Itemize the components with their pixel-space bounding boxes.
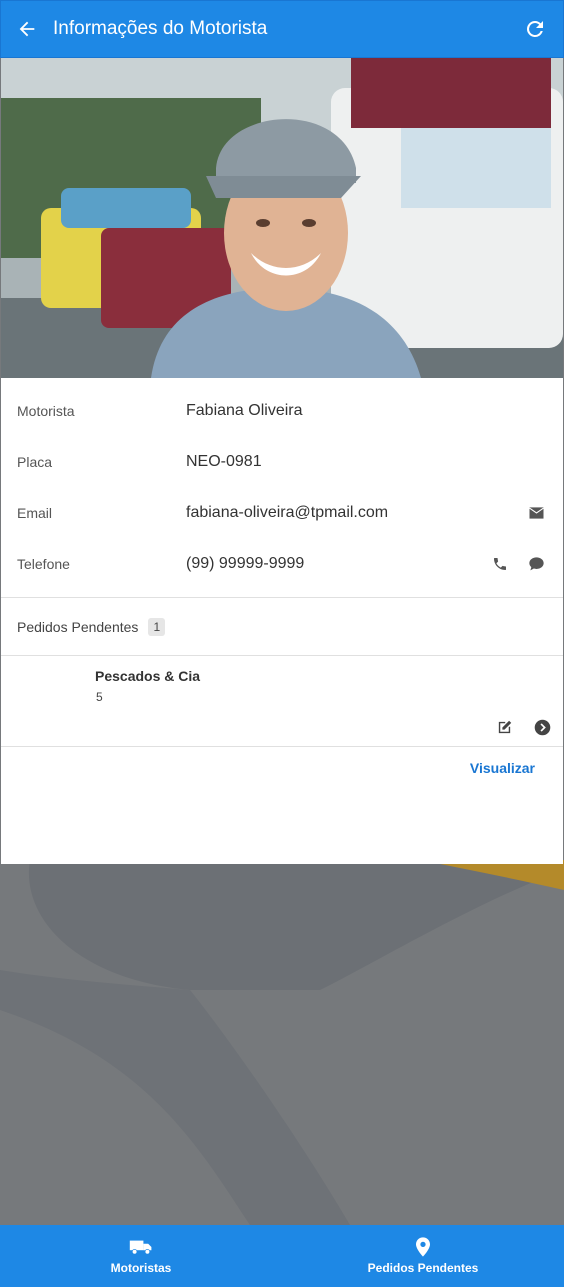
order-name: Pescados & Cia	[95, 668, 201, 684]
nav-label-drivers: Motoristas	[110, 1261, 172, 1275]
open-order-button[interactable]	[533, 718, 551, 736]
arrow-left-icon	[19, 21, 35, 37]
nav-item-drivers[interactable]: Motoristas	[0, 1225, 282, 1287]
divider	[1, 746, 563, 747]
phone-row: Telefone (99) 99999-9999	[1, 538, 563, 589]
phone-value: (99) 99999-9999	[186, 554, 305, 572]
plate-row: Placa NEO-0981	[1, 436, 563, 487]
chat-bubble-icon	[528, 557, 544, 571]
refresh-button[interactable]	[507, 0, 563, 58]
driver-name-value: Fabiana Oliveira	[186, 401, 303, 419]
driver-name-row: Motorista Fabiana Oliveira	[1, 385, 563, 436]
app-bar: Informações do Motorista	[0, 0, 564, 58]
plate-label: Placa	[17, 453, 53, 470]
truck-icon	[129, 1240, 152, 1255]
email-row: Email fabiana-oliveira@tpmail.com	[1, 487, 563, 538]
view-button[interactable]: Visualizar	[470, 760, 535, 776]
driver-photo	[1, 58, 563, 378]
envelope-icon	[528, 506, 544, 519]
nav-item-pending-orders[interactable]: Pedidos Pendentes	[282, 1225, 564, 1287]
driver-card: Motorista Fabiana Oliveira Placa NEO-098…	[1, 58, 563, 864]
nav-label-pending-orders: Pedidos Pendentes	[367, 1261, 479, 1275]
message-button[interactable]	[527, 555, 545, 573]
phone-label: Telefone	[17, 555, 70, 572]
pending-count-badge: 1	[148, 617, 166, 636]
edit-icon	[498, 720, 511, 733]
phone-icon	[494, 557, 506, 570]
driver-name-label: Motorista	[17, 402, 75, 419]
map-pin-icon	[416, 1237, 430, 1257]
refresh-icon	[527, 20, 543, 37]
call-button[interactable]	[491, 555, 509, 573]
order-item[interactable]: Pescados & Cia 5	[1, 656, 563, 746]
email-label: Email	[17, 504, 53, 521]
pending-orders-title: Pedidos Pendentes	[17, 618, 139, 635]
back-button[interactable]	[1, 0, 53, 58]
bottom-navigation: Motoristas Pedidos Pendentes	[0, 1225, 564, 1287]
email-value: fabiana-oliveira@tpmail.com	[186, 503, 389, 521]
pending-orders-header: Pedidos Pendentes 1	[1, 598, 563, 655]
order-number: 5	[96, 690, 103, 704]
chevron-circle-right-icon	[534, 719, 550, 735]
send-email-button[interactable]	[527, 504, 545, 522]
page-title: Informações do Motorista	[53, 18, 268, 39]
edit-order-button[interactable]	[495, 718, 513, 736]
plate-value: NEO-0981	[186, 452, 262, 470]
